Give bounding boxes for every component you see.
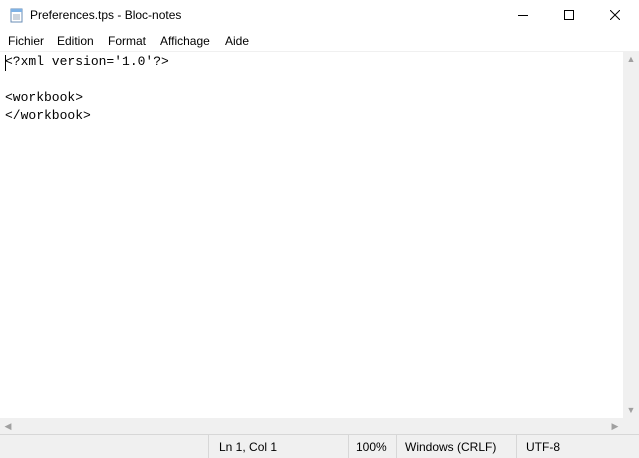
scroll-down-arrow-icon[interactable]: ▼ — [623, 402, 639, 418]
scroll-up-arrow-icon[interactable]: ▲ — [623, 51, 639, 67]
status-cell-encoding: UTF-8 — [516, 435, 639, 458]
menu-format[interactable]: Format — [108, 34, 146, 48]
zoom-level: 100% — [356, 440, 387, 454]
maximize-icon — [564, 7, 574, 25]
editor-line-3: <workbook> — [5, 90, 84, 105]
horizontal-scrollbar[interactable]: ◀ ▶ — [0, 418, 623, 434]
title-bar[interactable]: Preferences.tps - Bloc-notes — [0, 0, 639, 31]
window-title: Preferences.tps - Bloc-notes — [30, 8, 182, 22]
status-cell-position: Ln 1, Col 1 — [208, 435, 348, 458]
cursor-position: Ln 1, Col 1 — [219, 440, 278, 454]
status-bar: Ln 1, Col 1 100% Windows (CRLF) UTF-8 — [0, 434, 639, 458]
line-ending: Windows (CRLF) — [405, 440, 497, 454]
menu-bar: Fichier Edition Format Affichage Aide — [0, 31, 639, 51]
status-cell-zoom: 100% — [348, 435, 396, 458]
menu-aide[interactable]: Aide — [225, 34, 249, 48]
close-button[interactable] — [592, 0, 638, 31]
vertical-scrollbar[interactable]: ▲ ▼ — [623, 51, 639, 418]
status-cell-line-ending: Windows (CRLF) — [396, 435, 516, 458]
editor-line-1: <?xml version='1.0'?> — [5, 54, 169, 69]
editor-line-4: </workbook> — [5, 108, 91, 123]
minimize-icon — [518, 7, 528, 25]
maximize-button[interactable] — [546, 0, 592, 31]
menu-fichier[interactable]: Fichier — [8, 34, 44, 48]
menu-edition[interactable]: Edition — [57, 34, 94, 48]
menu-affichage[interactable]: Affichage — [160, 34, 210, 48]
encoding: UTF-8 — [526, 440, 560, 454]
scroll-left-arrow-icon[interactable]: ◀ — [0, 418, 16, 434]
scrollbar-corner — [623, 418, 639, 434]
minimize-button[interactable] — [500, 0, 546, 31]
notepad-icon — [9, 7, 25, 23]
close-icon — [609, 7, 621, 25]
text-editor[interactable]: <?xml version='1.0'?> <workbook> </workb… — [0, 51, 623, 419]
scroll-right-arrow-icon[interactable]: ▶ — [607, 418, 623, 434]
